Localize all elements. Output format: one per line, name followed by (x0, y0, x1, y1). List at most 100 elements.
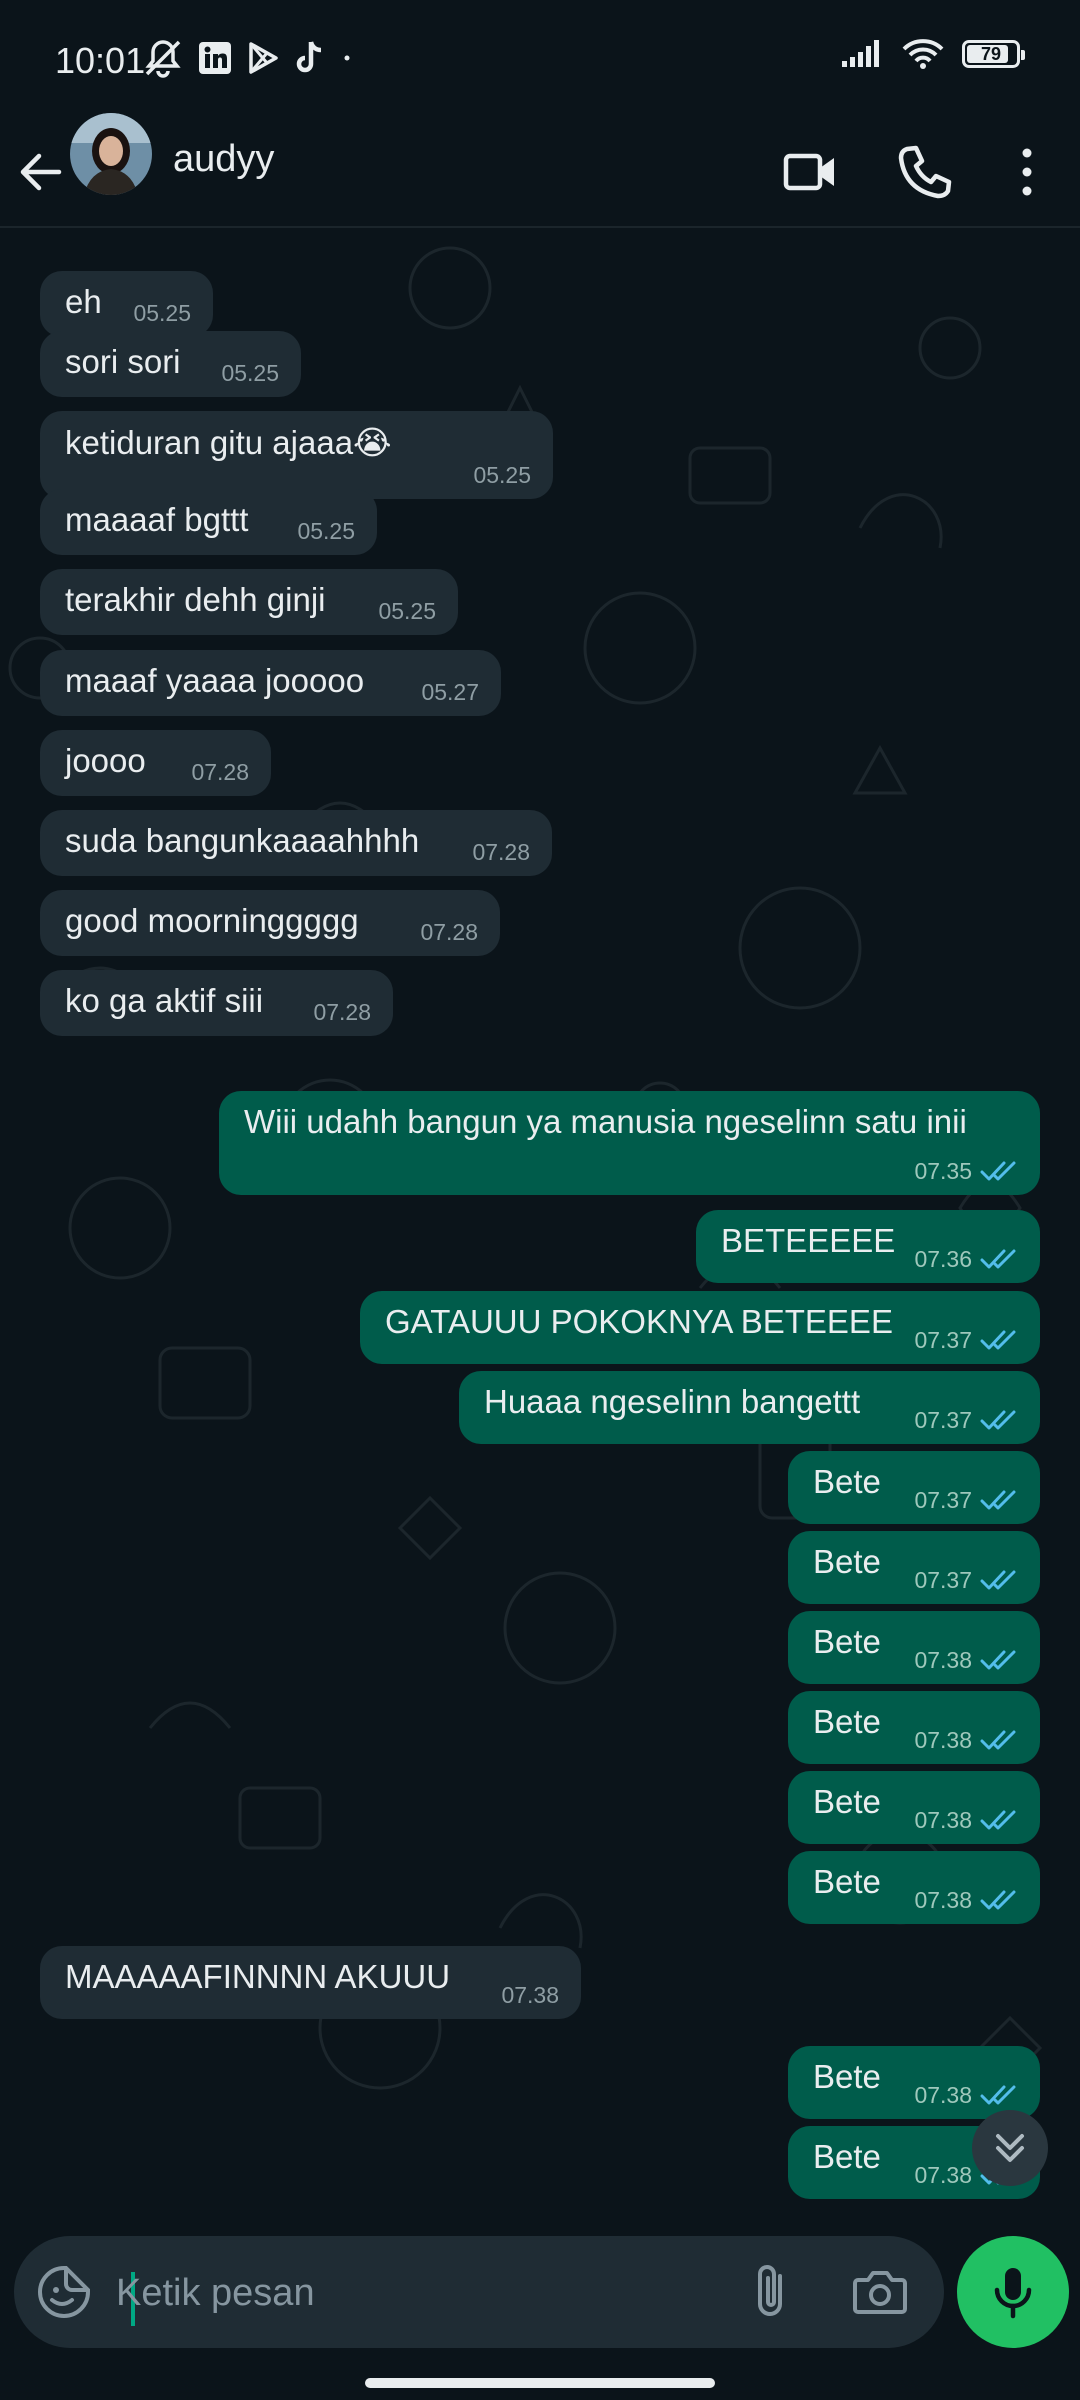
message-text: Bete (813, 2138, 881, 2175)
contact-name[interactable]: audyy (173, 138, 274, 181)
message-time: 07.28 (313, 999, 371, 1025)
outgoing-message-bubble[interactable]: Bete 07.37 (788, 1451, 1040, 1524)
message-text: Wiii udahh bangun ya manusia ngeselinn s… (244, 1103, 967, 1140)
status-time: 10:01 (55, 40, 146, 81)
message-time: 07.38 (914, 1807, 972, 1833)
message-text: Huaaa ngeselinn bangettt (484, 1383, 861, 1420)
mic-icon (994, 2268, 1032, 2319)
outgoing-message-bubble[interactable]: Bete 07.38 (788, 1851, 1040, 1924)
avatar[interactable] (70, 113, 152, 195)
message-text: ko ga aktif siii (65, 982, 264, 1019)
attach-icon[interactable] (742, 2260, 802, 2324)
message-time: 07.38 (914, 1647, 972, 1673)
dot-icon (344, 55, 350, 61)
signal-icon (842, 40, 879, 67)
status-notification-icons (142, 38, 354, 78)
message-text: Bete (813, 2058, 881, 2095)
message-text: maaaaf bgttt (65, 501, 249, 538)
incoming-message-bubble[interactable]: suda bangunkaaaahhhh 07.28 (40, 810, 552, 876)
read-receipt-icon (980, 1890, 1016, 1910)
outgoing-message-bubble[interactable]: Wiii udahh bangun ya manusia ngeselinn s… (219, 1091, 1040, 1195)
outgoing-message-bubble[interactable]: Bete 07.38 (788, 1611, 1040, 1684)
message-time: 07.37 (914, 1327, 972, 1353)
message-text: BETEEEEE (721, 1222, 896, 1259)
message-time: 07.38 (501, 1982, 559, 2008)
linkedin-icon (199, 42, 231, 74)
message-text: Bete (813, 1783, 881, 1820)
read-receipt-icon (980, 1249, 1016, 1269)
mic-button[interactable] (957, 2236, 1069, 2348)
message-text: MAAAAAFINNNN AKUUU (65, 1958, 451, 1995)
read-receipt-icon (980, 1650, 1016, 1670)
read-receipt-icon (980, 1490, 1016, 1510)
message-text: Bete (813, 1703, 881, 1740)
home-indicator[interactable] (365, 2378, 715, 2388)
message-time: 05.25 (297, 518, 355, 544)
voice-call-icon[interactable] (893, 140, 957, 204)
message-time: 07.37 (914, 1407, 972, 1433)
incoming-message-bubble[interactable]: MAAAAAFINNNN AKUUU 07.38 (40, 1946, 581, 2019)
wifi-icon (902, 39, 944, 69)
incoming-message-bubble[interactable]: sori sori 05.25 (40, 331, 301, 397)
message-time: 05.25 (133, 300, 191, 326)
incoming-message-bubble[interactable]: ketiduran gitu ajaaa😭 05.25 (40, 411, 553, 499)
message-text: Bete (813, 1543, 881, 1580)
message-time: 07.38 (914, 1727, 972, 1753)
status-bar: 10:01 79 (0, 0, 1080, 120)
outgoing-message-bubble[interactable]: Bete 07.38 (788, 1691, 1040, 1764)
message-text: Bete (813, 1463, 881, 1500)
message-time: 07.37 (914, 1567, 972, 1593)
incoming-message-bubble[interactable]: eh 05.25 (40, 271, 213, 337)
incoming-message-bubble[interactable]: joooo 07.28 (40, 730, 271, 796)
outgoing-message-bubble[interactable]: Bete 07.37 (788, 1531, 1040, 1604)
outgoing-message-bubble[interactable]: Bete 07.38 (788, 2046, 1040, 2119)
read-receipt-icon (980, 1810, 1016, 1830)
double-chevron-down-icon (996, 2134, 1024, 2162)
play-store-icon (249, 42, 278, 74)
composer-bar (0, 2220, 1080, 2400)
read-receipt-icon (980, 2085, 1016, 2105)
read-receipt-icon (980, 1161, 1016, 1181)
message-time: 07.38 (914, 1887, 972, 1913)
more-options-icon[interactable] (995, 140, 1059, 204)
outgoing-message-bubble[interactable]: Bete 07.38 (788, 1771, 1040, 1844)
outgoing-message-bubble[interactable]: BETEEEEE 07.36 (696, 1210, 1040, 1283)
sticker-icon[interactable] (34, 2262, 94, 2322)
message-text: sori sori (65, 343, 181, 380)
message-input[interactable] (114, 2256, 738, 2330)
message-text: GATAUUU POKOKNYA BETEEEE (385, 1303, 893, 1340)
read-receipt-icon (980, 1410, 1016, 1430)
message-text: suda bangunkaaaahhhh (65, 822, 420, 859)
camera-icon[interactable] (848, 2260, 912, 2324)
incoming-message-bubble[interactable]: ko ga aktif siii 07.28 (40, 970, 393, 1036)
chat-header (0, 120, 1080, 228)
outgoing-message-bubble[interactable]: Huaaa ngeselinn bangettt 07.37 (459, 1371, 1040, 1444)
message-time: 07.36 (914, 1246, 972, 1272)
read-receipt-icon (980, 1570, 1016, 1590)
incoming-message-bubble[interactable]: maaaaf bgttt 05.25 (40, 489, 377, 555)
mute-off-icon (145, 40, 181, 78)
incoming-message-bubble[interactable]: terakhir dehh ginji 05.25 (40, 569, 458, 635)
message-time: 05.25 (378, 598, 436, 624)
message-text: good moorninggggg (65, 902, 359, 939)
incoming-message-bubble[interactable]: good moorninggggg 07.28 (40, 890, 500, 956)
message-text: terakhir dehh ginji (65, 581, 326, 618)
video-call-icon[interactable] (778, 140, 842, 204)
message-time: 07.28 (420, 919, 478, 945)
message-time: 07.38 (914, 2082, 972, 2108)
scroll-to-bottom-button[interactable] (972, 2110, 1048, 2186)
message-time: 07.28 (191, 759, 249, 785)
message-text: Bete (813, 1863, 881, 1900)
message-time: 07.38 (914, 2162, 972, 2188)
status-system-icons: 79 (840, 38, 1025, 70)
message-time: 05.25 (221, 360, 279, 386)
chat-area[interactable]: eh 05.25 sori sori 05.25 ketiduran gitu ajaa… (0, 228, 1080, 2220)
message-text: maaaf yaaaa jooooo (65, 662, 365, 699)
incoming-message-bubble[interactable]: maaaf yaaaa jooooo 05.27 (40, 650, 501, 716)
message-time: 05.27 (421, 679, 479, 705)
outgoing-message-bubble[interactable]: GATAUUU POKOKNYA BETEEEE 07.37 (360, 1291, 1040, 1364)
message-text: joooo (65, 742, 146, 779)
message-text: eh (65, 283, 102, 320)
tiktok-icon (296, 41, 322, 73)
battery-icon: 79 (962, 40, 1025, 68)
